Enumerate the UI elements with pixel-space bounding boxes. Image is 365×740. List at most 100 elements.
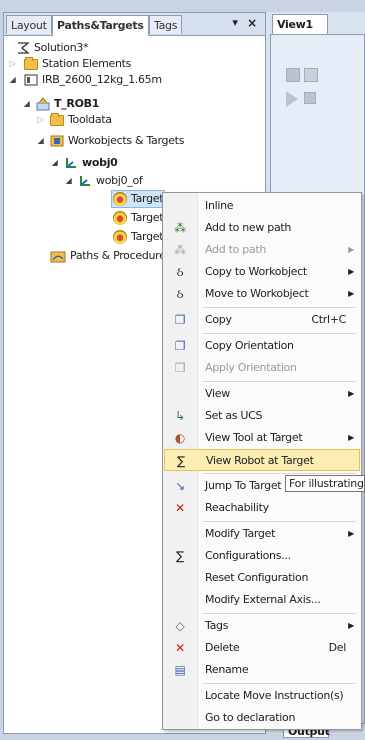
jump-target-icon: ↘ [175,479,185,493]
menu-item-locate-move-instruction[interactable]: Locate Move Instruction(s) [164,685,360,707]
menu-item-view-robot-at-target[interactable]: ∑ View Robot at Target [164,449,360,471]
menu-item-add-to-path[interactable]: ⁂ Add to path ▶ [164,239,360,261]
workobjects-folder-icon [50,134,64,148]
menu-separator [203,473,356,474]
menu-item-tags[interactable]: ◇ Tags ▶ [164,615,360,637]
menu-item-label: Copy to Workobject [205,265,307,278]
menu-item-label: View Tool at Target [205,431,303,444]
tree-label: Station Elements [42,57,132,70]
panel-tab-bar: Layout Paths&Targets Tags ▾ × [4,13,265,36]
menu-item-move-to-workobject[interactable]: ઠ Move to Workobject ▶ [164,283,360,305]
tree-label: wobj0_of [96,174,143,187]
menu-item-copy[interactable]: ❐ Copy Ctrl+C [164,309,360,331]
tree-label: T_ROB1 [54,97,100,110]
tree-label: wobj0 [82,156,118,169]
submenu-arrow-icon: ▶ [348,621,354,630]
menu-item-copy-orientation[interactable]: ❐ Copy Orientation [164,335,360,357]
collapse-arrow-icon[interactable]: ◢ [8,72,17,88]
tab-tags[interactable]: Tags [149,15,183,34]
collapse-arrow-icon[interactable]: ◢ [22,96,31,112]
menu-item-label: Add to new path [205,221,292,234]
menu-item-copy-to-workobject[interactable]: ઠ Copy to Workobject ▶ [164,261,360,283]
menu-separator [203,521,356,522]
menu-shortcut: Del [328,641,347,654]
tab-paths-targets[interactable]: Paths&Targets [52,15,149,36]
tree-node-target-1[interactable]: Target_ [111,190,169,208]
menu-item-set-as-ucs[interactable]: ↳ Set as UCS [164,405,360,427]
ucs-icon: ↳ [175,409,185,423]
menu-item-label: View Robot at Target [206,454,314,467]
menu-item-reset-configuration[interactable]: Reset Configuration [164,567,360,589]
submenu-arrow-icon: ▶ [348,433,354,442]
add-to-path-icon: ⁂ [174,243,186,257]
menu-item-add-to-new-path[interactable]: ⁂ Add to new path [164,217,360,239]
view-tab-label: View1 [277,18,313,31]
menu-shortcut: Ctrl+C [311,313,346,326]
menu-item-label: Copy Orientation [205,339,294,352]
menu-item-label: Set as UCS [205,409,263,422]
menu-item-apply-orientation[interactable]: ❐ Apply Orientation [164,357,360,379]
menu-item-configurations[interactable]: ∑ Configurations... [164,545,360,567]
robot-controller-icon [24,73,38,87]
menu-item-label: Go to declaration [205,711,296,724]
menu-item-go-to-declaration[interactable]: Go to declaration [164,707,360,729]
stop-icon[interactable] [304,92,316,104]
menu-item-label: Tags [205,619,229,632]
view-toolbar-icon[interactable] [286,68,300,82]
collapse-arrow-icon[interactable]: ◢ [50,155,59,171]
menu-item-modify-target[interactable]: Modify Target ▶ [164,523,360,545]
menu-item-label: Reachability [205,501,269,514]
tooldata-folder-icon [50,113,64,126]
move-workobject-icon: ઠ [176,287,184,301]
menu-item-modify-external-axis[interactable]: Modify External Axis... [164,589,360,611]
menu-item-label: Inline [205,199,234,212]
view-tool-icon: ◐ [174,431,186,445]
menu-item-view-tool-at-target[interactable]: ◐ View Tool at Target ▶ [164,427,360,449]
apply-orientation-icon: ❐ [174,361,186,375]
menu-separator [203,307,356,308]
menu-separator [203,381,356,382]
paths-folder-icon [50,249,66,263]
pin-dropdown-icon[interactable]: ▾ [229,16,241,30]
menu-item-label: Reset Configuration [205,571,309,584]
submenu-arrow-icon: ▶ [348,289,354,298]
menu-item-label: Locate Move Instruction(s) [205,689,344,702]
tag-icon: ◇ [175,619,185,633]
delete-icon: ✕ [175,641,185,655]
menu-item-reachability[interactable]: ✕ Reachability [164,497,360,519]
menu-item-label: Configurations... [205,549,291,562]
menu-item-label: Move to Workobject [205,287,309,300]
tab-layout[interactable]: Layout [6,15,52,34]
collapse-arrow-icon[interactable]: ◢ [36,133,45,149]
menu-item-view[interactable]: View ▶ [164,383,360,405]
submenu-arrow-icon: ▶ [348,389,354,398]
tree-label: Tooldata [68,113,112,126]
copy-icon: ❐ [174,313,186,327]
close-panel-icon[interactable]: × [246,16,258,30]
play-icon[interactable] [286,91,298,107]
workobject-frame-icon [78,174,92,188]
menu-separator [203,333,356,334]
tooltip: For illustrating [285,475,365,492]
configurations-icon: ∑ [176,549,184,563]
tree-label: Workobjects & Targets [68,134,185,147]
expand-arrow-icon[interactable]: ▷ [36,112,45,128]
menu-item-label: Copy [205,313,232,326]
submenu-arrow-icon: ▶ [348,267,354,276]
menu-item-rename[interactable]: ▤ Rename [164,659,360,681]
menu-item-label: Rename [205,663,249,676]
menu-separator [203,613,356,614]
menu-item-label: Jump To Target [205,479,282,492]
collapse-arrow-icon[interactable]: ◢ [64,173,73,189]
menu-item-delete[interactable]: ✕ Delete Del [164,637,360,659]
tree-label: Solution3* [34,41,89,54]
tree-label: Paths & Procedures [70,249,172,262]
menu-item-label: Modify External Axis... [205,593,321,606]
rename-icon: ▤ [174,663,186,677]
tab-view1[interactable]: View1 × [272,14,328,51]
menu-item-label: Add to path [205,243,267,256]
expand-arrow-icon[interactable]: ▷ [8,56,17,72]
view-toolbar-icon[interactable] [304,68,318,82]
menu-item-inline[interactable]: Inline [164,195,360,217]
copy-workobject-icon: ઠ [176,265,184,279]
